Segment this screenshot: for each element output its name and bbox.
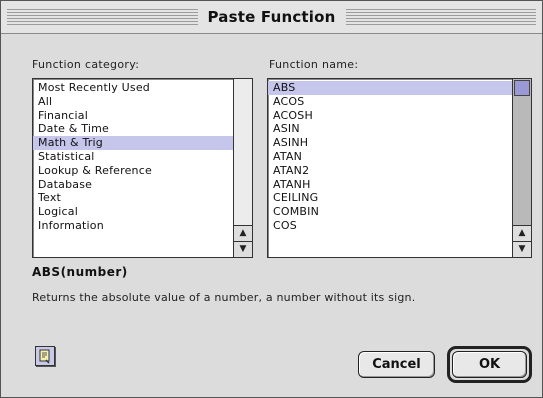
function-syntax: ABS(number) [32, 265, 128, 279]
function-name-label: Function name: [269, 58, 359, 71]
list-item[interactable]: COS [268, 219, 512, 233]
list-item[interactable]: ASIN [268, 122, 512, 136]
list-item[interactable]: Information [33, 219, 233, 233]
function-name-list[interactable]: ABS ACOS ACOSH ASIN ASINH ATAN ATAN2 ATANH CEILI… [267, 78, 532, 258]
list-item[interactable]: Logical [33, 205, 233, 219]
function-category-list[interactable]: Most Recently Used All Financial Date & Tim… [32, 78, 253, 258]
list-item[interactable]: Date & Time [33, 122, 233, 136]
help-assistant-icon[interactable] [35, 346, 55, 366]
window-title: Paste Function [197, 7, 346, 28]
list-item[interactable]: ABS [268, 81, 512, 95]
list-item[interactable]: ATANH [268, 178, 512, 192]
arrow-down-icon[interactable]: ▼ [234, 241, 252, 257]
list-item[interactable]: ATAN2 [268, 164, 512, 178]
list-item[interactable]: ACOSH [268, 109, 512, 123]
list-item[interactable]: Most Recently Used [33, 81, 233, 95]
list-item[interactable]: Lookup & Reference [33, 164, 233, 178]
function-name-scrollbar[interactable]: ▲ ▼ [512, 79, 531, 257]
function-category-items: Most Recently Used All Financial Date & Tim… [33, 81, 233, 233]
list-item[interactable]: Text [33, 191, 233, 205]
list-item[interactable]: ATAN [268, 150, 512, 164]
list-item[interactable]: ASINH [268, 136, 512, 150]
function-description: Returns the absolute value of a number, … [32, 291, 416, 304]
function-category-label: Function category: [32, 58, 140, 71]
list-item[interactable]: Statistical [33, 150, 233, 164]
list-item[interactable]: Math & Trig [33, 136, 233, 150]
arrow-up-icon[interactable]: ▲ [513, 225, 531, 241]
scroll-thumb[interactable] [514, 80, 530, 96]
list-item[interactable]: All [33, 95, 233, 109]
list-item[interactable]: Database [33, 178, 233, 192]
list-item[interactable]: ACOS [268, 95, 512, 109]
function-name-items: ABS ACOS ACOSH ASIN ASINH ATAN ATAN2 ATANH CEILI… [268, 81, 512, 233]
list-item[interactable]: CEILING [268, 191, 512, 205]
list-item[interactable]: COMBIN [268, 205, 512, 219]
paste-function-dialog: Paste Function Function category: Most R… [0, 0, 543, 398]
list-item[interactable]: Financial [33, 109, 233, 123]
arrow-up-icon[interactable]: ▲ [234, 225, 252, 241]
function-category-scrollbar[interactable]: ▲ ▼ [233, 79, 252, 257]
ok-button[interactable]: OK [452, 351, 527, 378]
cancel-button[interactable]: Cancel [358, 351, 435, 378]
arrow-down-icon[interactable]: ▼ [513, 241, 531, 257]
title-bar[interactable]: Paste Function [1, 1, 542, 34]
